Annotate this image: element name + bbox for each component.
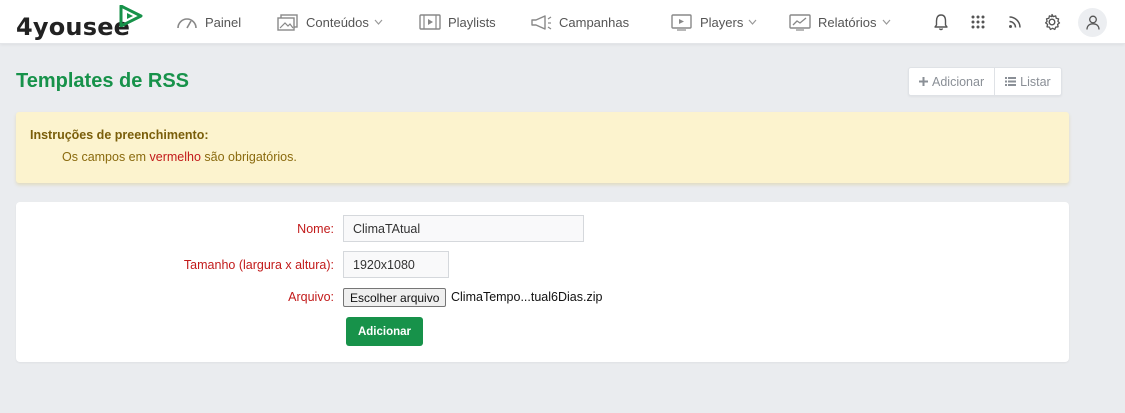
- add-button[interactable]: Adicionar: [909, 68, 994, 95]
- nav-item-conteudos[interactable]: Conteúdos: [277, 0, 383, 44]
- megaphone-icon: [531, 15, 552, 30]
- images-icon: [277, 14, 298, 31]
- nav-label: Playlists: [448, 14, 496, 30]
- page-actions: Adicionar Listar: [908, 67, 1062, 96]
- gauge-icon: [177, 18, 197, 29]
- chevron-down-icon: [374, 19, 383, 25]
- rss-button[interactable]: [1004, 11, 1026, 33]
- plus-icon: [919, 77, 928, 86]
- gear-icon: [1044, 13, 1061, 31]
- settings-button[interactable]: [1041, 11, 1063, 33]
- user-icon: [1085, 15, 1100, 30]
- chevron-down-icon: [748, 19, 757, 25]
- nav-label: Players: [700, 14, 744, 30]
- alert-title: Instruções de preenchimento:: [30, 128, 209, 142]
- user-avatar-button[interactable]: [1078, 8, 1107, 37]
- list-button[interactable]: Listar: [994, 68, 1061, 95]
- alert-text-before: Os campos em: [62, 150, 150, 164]
- nav-label: Campanhas: [559, 14, 630, 30]
- name-field[interactable]: [343, 215, 584, 242]
- rss-template-form: Nome: Tamanho (largura x altura): Arquiv…: [16, 202, 1069, 362]
- size-field[interactable]: [343, 251, 449, 278]
- logo-text: 4yousee: [16, 13, 131, 41]
- nav-label: Relatórios: [818, 14, 877, 30]
- apps-grid-icon: [971, 15, 985, 29]
- size-label: Tamanho (largura x altura):: [183, 258, 334, 272]
- list-icon: [1005, 77, 1017, 86]
- top-navigation-bar: 4yousee Painel Conteúdos Playlists Campa…: [0, 0, 1125, 44]
- notifications-button[interactable]: [930, 11, 952, 33]
- add-button-label: Adicionar: [932, 74, 985, 89]
- submit-add-button[interactable]: Adicionar: [346, 317, 423, 346]
- choose-file-button[interactable]: Escolher arquivo: [343, 288, 447, 307]
- nav-label: Conteúdos: [306, 14, 369, 30]
- nav-label: Painel: [205, 14, 242, 30]
- player-icon: [671, 14, 692, 31]
- nav-item-relatorios[interactable]: Relatórios: [789, 0, 891, 44]
- list-button-label: Listar: [1020, 74, 1051, 89]
- selected-file-name: ClimaTempo...tual6Dias.zip: [451, 290, 603, 304]
- file-label: Arquivo:: [288, 290, 334, 304]
- instructions-alert: Instruções de preenchimento: Os campos e…: [16, 112, 1069, 183]
- bell-icon: [934, 14, 948, 31]
- chart-icon: [789, 14, 811, 31]
- logo-play-icon: [119, 5, 143, 27]
- playlist-icon: [419, 14, 441, 30]
- alert-text: Os campos em vermelho são obrigatórios.: [62, 150, 297, 164]
- apps-menu-button[interactable]: [967, 11, 989, 33]
- nav-item-painel[interactable]: Painel: [176, 0, 241, 44]
- nav-item-campanhas[interactable]: Campanhas: [530, 0, 629, 44]
- logo[interactable]: 4yousee: [16, 5, 146, 41]
- name-label: Nome:: [297, 222, 334, 236]
- alert-text-after: são obrigatórios.: [200, 150, 297, 164]
- alert-text-highlight: vermelho: [149, 150, 201, 164]
- nav-item-players[interactable]: Players: [671, 0, 757, 44]
- page-title: Templates de RSS: [16, 70, 190, 92]
- nav-item-playlists[interactable]: Playlists: [419, 0, 496, 44]
- rss-icon: [1009, 16, 1021, 28]
- chevron-down-icon: [882, 19, 890, 25]
